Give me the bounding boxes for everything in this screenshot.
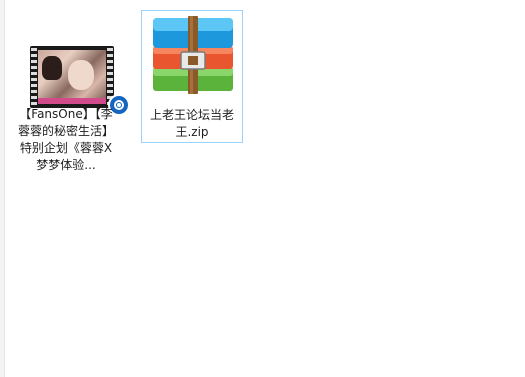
winrar-archive-icon (153, 16, 233, 94)
file-name-label: 上老王论坛当老王.zip (149, 108, 234, 139)
video-thumbnail (30, 46, 114, 108)
file-name-label: 【FansOne】【李蓉蓉的秘密生活】特别企划《蓉蓉X梦梦体验... (18, 107, 115, 172)
window-left-edge (0, 0, 5, 377)
video-caption-bar (38, 98, 106, 104)
video-frame-image (38, 50, 106, 104)
film-strip-holes-left (31, 48, 37, 106)
file-item-video[interactable]: 【FansOne】【李蓉蓉的秘密生活】特别企划《蓉蓉X梦梦体验... (15, 10, 130, 172)
file-item-zip[interactable]: 上老王论坛当老王.zip (141, 10, 243, 143)
